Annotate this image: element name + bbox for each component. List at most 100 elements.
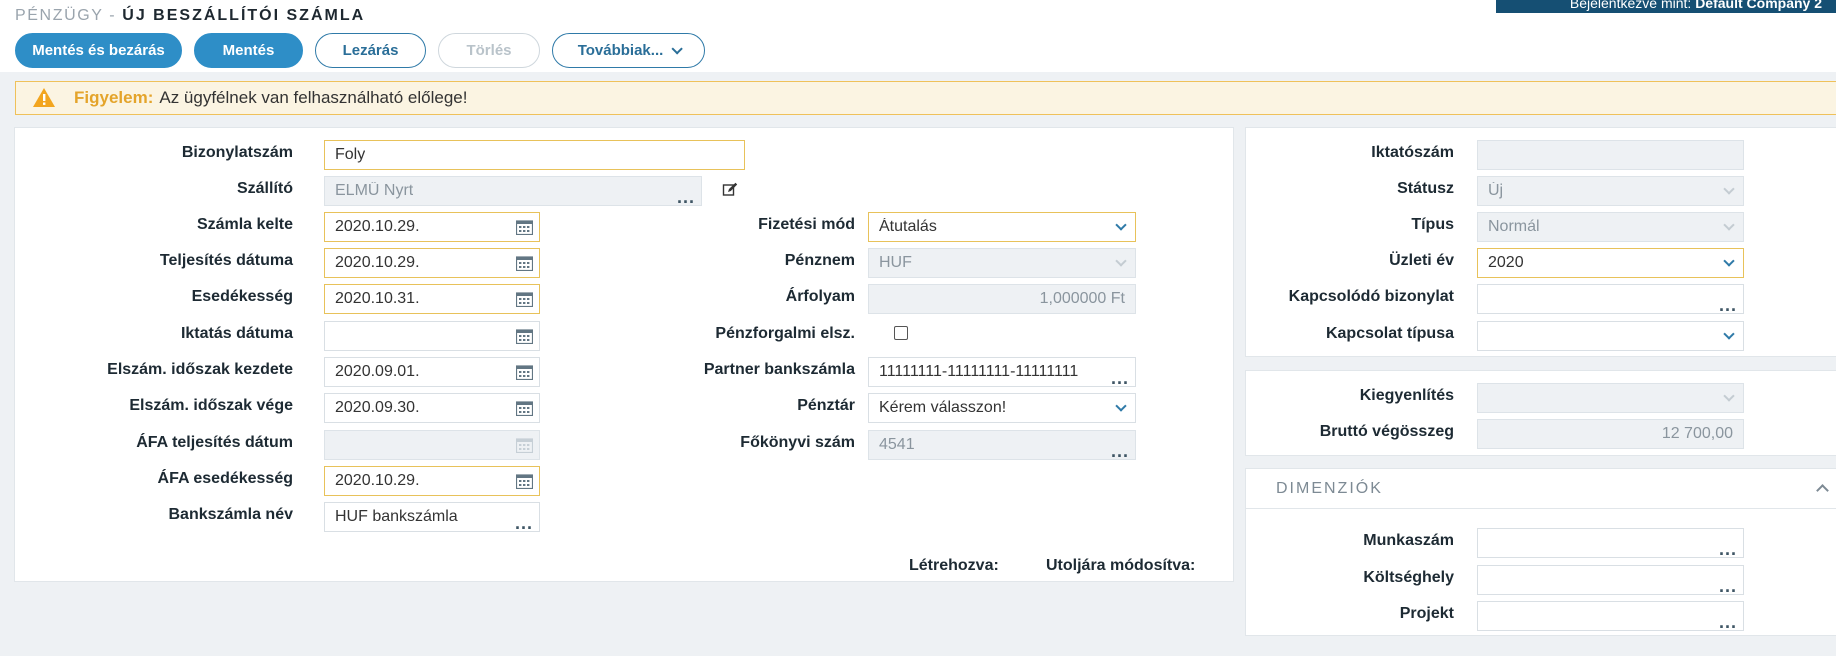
dimensions-header[interactable]: DIMENZIÓK bbox=[1246, 469, 1836, 509]
kapcsolat-tipusa-select[interactable] bbox=[1477, 321, 1744, 351]
warning-message: Az ügyfélnek van felhasználható előlege! bbox=[159, 88, 468, 107]
more-dots-icon[interactable]: ... bbox=[1111, 442, 1129, 460]
warning-label: Figyelem: bbox=[74, 88, 154, 107]
delete-button: Törlés bbox=[438, 33, 540, 68]
main-form-panel: Bizonylatszám Foly Szállító ELMŰ Nyrt...… bbox=[14, 127, 1234, 582]
idoszak-vege-input[interactable]: 2020.09.30. bbox=[324, 393, 540, 423]
penznem-select: HUF bbox=[868, 248, 1136, 278]
more-dots-icon[interactable]: ... bbox=[677, 188, 695, 206]
calendar-icon[interactable] bbox=[516, 291, 533, 307]
kapcsolodo-input[interactable]: ... bbox=[1477, 284, 1744, 314]
idoszak-kezdete-input[interactable]: 2020.09.01. bbox=[324, 357, 540, 387]
bizonylatszam-label: Bizonylatszám bbox=[181, 144, 293, 161]
fizetesi-mod-select[interactable]: Átutalás bbox=[868, 212, 1136, 242]
more-dots-icon[interactable]: ... bbox=[1719, 540, 1737, 558]
arfolyam-input: 1,000000 Ft bbox=[868, 284, 1136, 314]
calendar-icon[interactable] bbox=[516, 328, 533, 344]
more-dots-icon[interactable]: ... bbox=[1719, 296, 1737, 314]
brutto-input: 12 700,00 bbox=[1477, 419, 1744, 449]
szallito-input[interactable]: ELMŰ Nyrt... bbox=[324, 176, 702, 206]
statusz-label: Státusz bbox=[1397, 180, 1454, 197]
more-button[interactable]: Továbbiak... bbox=[552, 33, 705, 68]
save-and-close-button[interactable]: Mentés és bezárás bbox=[15, 33, 182, 68]
penzforgalmi-label: Pénzforgalmi elsz. bbox=[715, 325, 855, 342]
afa-esedekesseg-label: ÁFA esedékesség bbox=[157, 470, 293, 487]
save-button[interactable]: Mentés bbox=[194, 33, 303, 68]
calendar-icon[interactable] bbox=[516, 219, 533, 235]
idoszak-vege-label: Elszám. időszak vége bbox=[129, 397, 293, 414]
chevron-down-icon bbox=[1115, 255, 1127, 267]
szallito-label: Szállító bbox=[236, 180, 293, 197]
munkaszam-input[interactable]: ... bbox=[1477, 528, 1744, 558]
chevron-down-icon bbox=[1723, 255, 1735, 267]
teljesites-input[interactable]: 2020.10.29. bbox=[324, 248, 540, 278]
warning-icon bbox=[32, 87, 58, 109]
totals-panel: Kiegyenlítés Bruttó végösszeg 12 700,00 bbox=[1245, 370, 1836, 456]
fizetesi-mod-label: Fizetési mód bbox=[758, 216, 855, 233]
calendar-icon[interactable] bbox=[516, 473, 533, 489]
uzleti-ev-select[interactable]: 2020 bbox=[1477, 248, 1744, 278]
top-bar: PÉNZÜGY - ÚJ BESZÁLLÍTÓI SZÁMLA Bejelent… bbox=[0, 0, 1836, 72]
warning-banner: Figyelem: Az ügyfélnek van felhasználhat… bbox=[15, 81, 1836, 115]
chevron-down-icon bbox=[1115, 219, 1127, 231]
edit-icon[interactable] bbox=[722, 182, 738, 198]
kapcsolodo-label: Kapcsolódó bizonylat bbox=[1288, 288, 1454, 305]
close-button[interactable]: Lezárás bbox=[315, 33, 426, 68]
bankszamla-nev-input[interactable]: HUF bankszámla... bbox=[324, 502, 540, 532]
esedekesseg-input[interactable]: 2020.10.31. bbox=[324, 284, 540, 314]
idoszak-kezdete-label: Elszám. időszak kezdete bbox=[107, 361, 293, 378]
kiegyenlites-label: Kiegyenlítés bbox=[1359, 387, 1454, 404]
tipus-label: Típus bbox=[1411, 216, 1454, 233]
partner-bankszamla-input[interactable]: 11111111-11111111-11111111... bbox=[868, 357, 1136, 387]
dimensions-title: DIMENZIÓK bbox=[1276, 480, 1383, 497]
chevron-down-icon bbox=[1723, 328, 1735, 340]
kiegyenlites-select bbox=[1477, 383, 1744, 413]
bizonylatszam-input[interactable]: Foly bbox=[324, 140, 745, 170]
chevron-down-icon bbox=[1723, 219, 1735, 231]
tipus-select: Normál bbox=[1477, 212, 1744, 242]
kapcsolat-tipusa-label: Kapcsolat típusa bbox=[1325, 325, 1454, 342]
fokonyvi-szam-label: Főkönyvi szám bbox=[740, 434, 855, 451]
chevron-down-icon bbox=[1723, 390, 1735, 402]
login-prefix: Bejelentkezve mint: bbox=[1569, 0, 1692, 11]
penzforgalmi-checkbox[interactable] bbox=[894, 326, 908, 340]
company-name: Default Company 2 bbox=[1695, 0, 1822, 11]
more-dots-icon[interactable]: ... bbox=[515, 514, 533, 532]
bankszamla-nev-label: Bankszámla név bbox=[168, 506, 293, 523]
penztar-label: Pénztár bbox=[797, 397, 855, 414]
afa-teljesites-input bbox=[324, 430, 540, 460]
brutto-label: Bruttó végösszeg bbox=[1319, 423, 1454, 440]
iktatoszam-label: Iktatószám bbox=[1371, 144, 1454, 161]
document-info-panel: Iktatószám Státusz Új Típus Normál Üzlet… bbox=[1245, 127, 1836, 357]
koltseghely-input[interactable]: ... bbox=[1477, 565, 1744, 595]
afa-esedekesseg-input[interactable]: 2020.10.29. bbox=[324, 466, 540, 496]
chevron-down-icon bbox=[1115, 400, 1127, 412]
iktatas-datuma-input[interactable] bbox=[324, 321, 540, 351]
calendar-icon[interactable] bbox=[516, 364, 533, 380]
more-dots-icon[interactable]: ... bbox=[1111, 369, 1129, 387]
chevron-up-icon[interactable] bbox=[1816, 484, 1829, 497]
calendar-icon[interactable] bbox=[516, 400, 533, 416]
created-label: Létrehozva: bbox=[909, 557, 999, 574]
munkaszam-label: Munkaszám bbox=[1363, 532, 1454, 549]
breadcrumb-module[interactable]: PÉNZÜGY - bbox=[15, 7, 116, 24]
penztar-select[interactable]: Kérem válasszon! bbox=[868, 393, 1136, 423]
more-dots-icon[interactable]: ... bbox=[1719, 613, 1737, 631]
modified-label: Utoljára módosítva: bbox=[1046, 557, 1196, 574]
fokonyvi-szam-input: 4541... bbox=[868, 430, 1136, 460]
projekt-input[interactable]: ... bbox=[1477, 601, 1744, 631]
calendar-icon bbox=[516, 438, 533, 453]
iktatas-datuma-label: Iktatás dátuma bbox=[180, 325, 293, 342]
calendar-icon[interactable] bbox=[516, 255, 533, 271]
statusz-select: Új bbox=[1477, 176, 1744, 206]
penznem-label: Pénznem bbox=[784, 252, 855, 269]
dimensions-panel: DIMENZIÓK Munkaszám ... Költséghely ... … bbox=[1245, 468, 1836, 636]
esedekesseg-label: Esedékesség bbox=[191, 288, 293, 305]
szamla-kelte-input[interactable]: 2020.10.29. bbox=[324, 212, 540, 242]
chevron-down-icon bbox=[671, 42, 684, 55]
page-title: ÚJ BESZÁLLÍTÓI SZÁMLA bbox=[122, 7, 366, 24]
teljesites-label: Teljesítés dátuma bbox=[159, 252, 293, 269]
arfolyam-label: Árfolyam bbox=[785, 288, 855, 305]
more-dots-icon[interactable]: ... bbox=[1719, 577, 1737, 595]
iktatoszam-input bbox=[1477, 140, 1744, 170]
